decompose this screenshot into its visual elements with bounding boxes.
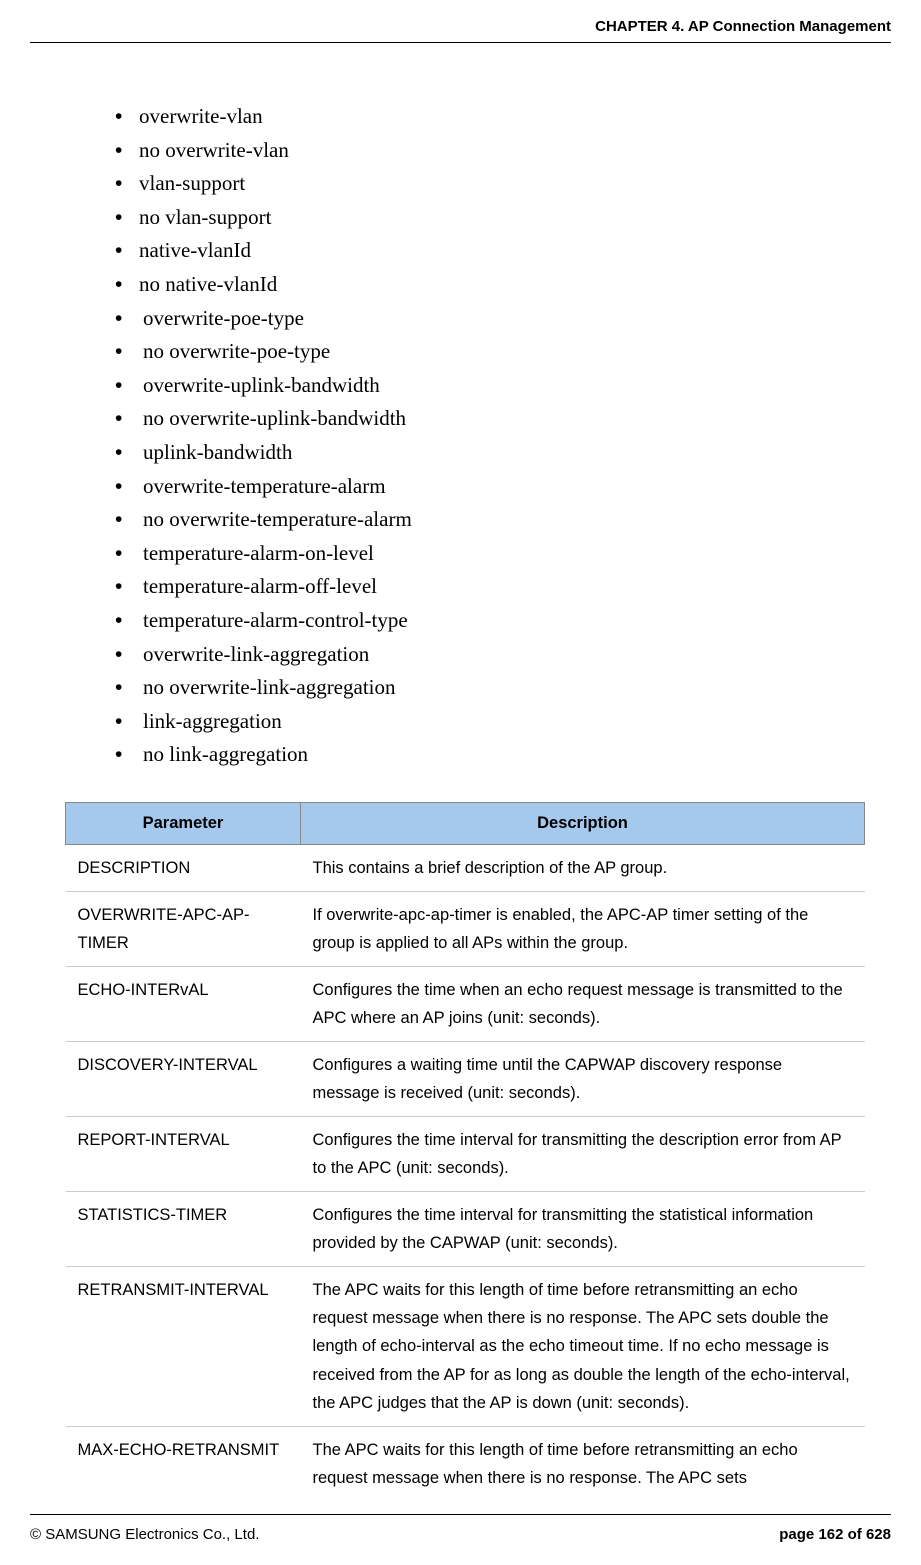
cell-desc: Configures the time interval for transmi…	[301, 1192, 865, 1267]
list-item: overwrite-link-aggregation	[115, 638, 861, 672]
list-item: temperature-alarm-on-level	[115, 537, 861, 571]
list-item: no overwrite-vlan	[115, 134, 861, 168]
table-row: DISCOVERY-INTERVAL Configures a waiting …	[66, 1042, 865, 1117]
table-row: REPORT-INTERVAL Configures the time inte…	[66, 1117, 865, 1192]
list-item: uplink-bandwidth	[115, 436, 861, 470]
table-header-row: Parameter Description	[66, 802, 865, 844]
list-item: overwrite-vlan	[115, 100, 861, 134]
list-item: overwrite-poe-type	[115, 302, 861, 336]
cell-param: ECHO-INTERvAL	[66, 967, 301, 1042]
list-item: no overwrite-link-aggregation	[115, 671, 861, 705]
cell-desc: The APC waits for this length of time be…	[301, 1426, 865, 1501]
list-item: no link-aggregation	[115, 738, 861, 772]
list-item: temperature-alarm-off-level	[115, 570, 861, 604]
cell-param: DESCRIPTION	[66, 844, 301, 891]
list-item: no vlan-support	[115, 201, 861, 235]
cell-param: STATISTICS-TIMER	[66, 1192, 301, 1267]
footer-rule	[30, 1514, 891, 1515]
table-row: STATISTICS-TIMER Configures the time int…	[66, 1192, 865, 1267]
list-item: no overwrite-temperature-alarm	[115, 503, 861, 537]
table-row: ECHO-INTERvAL Configures the time when a…	[66, 967, 865, 1042]
th-description: Description	[301, 802, 865, 844]
cell-desc: If overwrite-apc-ap-timer is enabled, th…	[301, 891, 865, 966]
cell-param: OVERWRITE-APC-AP-TIMER	[66, 891, 301, 966]
parameter-table: Parameter Description DESCRIPTION This c…	[65, 802, 865, 1501]
table-row: OVERWRITE-APC-AP-TIMER If overwrite-apc-…	[66, 891, 865, 966]
cell-desc: Configures the time when an echo request…	[301, 967, 865, 1042]
cell-desc: Configures the time interval for transmi…	[301, 1117, 865, 1192]
footer-copyright: © SAMSUNG Electronics Co., Ltd.	[30, 1526, 259, 1543]
cell-param: RETRANSMIT-INTERVAL	[66, 1267, 301, 1426]
header-rule	[30, 42, 891, 43]
main-content: overwrite-vlan no overwrite-vlan vlan-su…	[115, 100, 861, 1501]
list-item: overwrite-temperature-alarm	[115, 470, 861, 504]
cell-param: REPORT-INTERVAL	[66, 1117, 301, 1192]
list-item: temperature-alarm-control-type	[115, 604, 861, 638]
table-row: DESCRIPTION This contains a brief descri…	[66, 844, 865, 891]
command-list: overwrite-vlan no overwrite-vlan vlan-su…	[115, 100, 861, 772]
parameter-table-wrap: Parameter Description DESCRIPTION This c…	[65, 802, 865, 1501]
list-item: link-aggregation	[115, 705, 861, 739]
table-row: RETRANSMIT-INTERVAL The APC waits for th…	[66, 1267, 865, 1426]
list-item: native-vlanId	[115, 234, 861, 268]
th-parameter: Parameter	[66, 802, 301, 844]
list-item: vlan-support	[115, 167, 861, 201]
footer-page: page 162 of 628	[779, 1526, 891, 1543]
table-row: MAX-ECHO-RETRANSMIT The APC waits for th…	[66, 1426, 865, 1501]
cell-param: MAX-ECHO-RETRANSMIT	[66, 1426, 301, 1501]
cell-desc: This contains a brief description of the…	[301, 844, 865, 891]
list-item: no overwrite-uplink-bandwidth	[115, 402, 861, 436]
list-item: no native-vlanId	[115, 268, 861, 302]
cell-param: DISCOVERY-INTERVAL	[66, 1042, 301, 1117]
chapter-header: CHAPTER 4. AP Connection Management	[595, 18, 891, 35]
cell-desc: Configures a waiting time until the CAPW…	[301, 1042, 865, 1117]
list-item: overwrite-uplink-bandwidth	[115, 369, 861, 403]
cell-desc: The APC waits for this length of time be…	[301, 1267, 865, 1426]
list-item: no overwrite-poe-type	[115, 335, 861, 369]
